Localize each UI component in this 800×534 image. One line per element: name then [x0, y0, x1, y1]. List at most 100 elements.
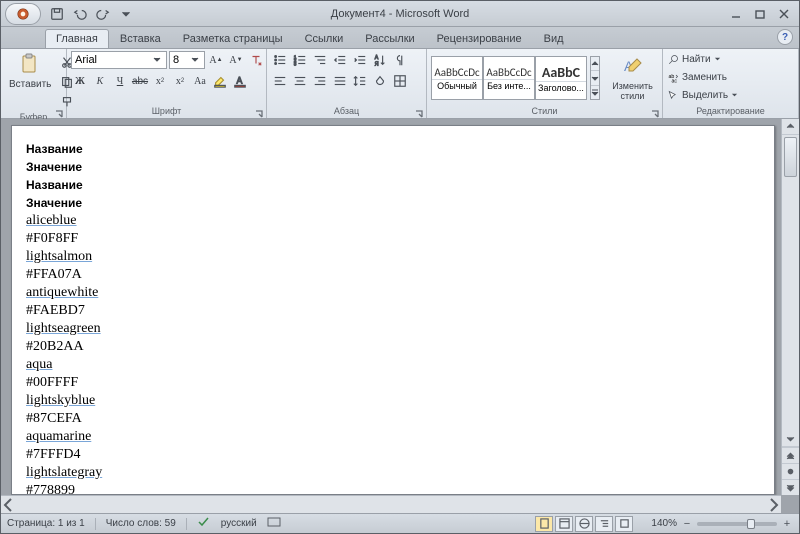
undo-icon[interactable]: [70, 4, 90, 24]
show-marks-button[interactable]: [391, 51, 409, 69]
align-right-button[interactable]: [311, 72, 329, 90]
scroll-up-icon[interactable]: [782, 119, 799, 135]
doc-line: #87CEFA: [26, 410, 760, 428]
styles-scroll-up[interactable]: [591, 57, 599, 71]
zoom-value[interactable]: 140%: [651, 518, 677, 529]
scroll-right-icon[interactable]: [765, 496, 781, 513]
status-language[interactable]: русский: [221, 518, 257, 529]
help-button[interactable]: ?: [777, 29, 793, 45]
qat-dropdown-icon[interactable]: [116, 4, 136, 24]
align-center-button[interactable]: [291, 72, 309, 90]
browse-object-icon[interactable]: [782, 463, 799, 479]
view-print-layout[interactable]: [535, 516, 553, 532]
superscript-button[interactable]: x2: [171, 72, 189, 90]
scroll-down-icon[interactable]: [782, 431, 799, 447]
italic-button[interactable]: К: [91, 72, 109, 90]
scroll-left-icon[interactable]: [1, 496, 17, 513]
borders-button[interactable]: [391, 72, 409, 90]
minimize-button[interactable]: [725, 6, 747, 22]
style-card-0[interactable]: AaBbCcDcОбычный: [431, 56, 483, 100]
styles-expand[interactable]: [591, 86, 599, 99]
styles-scroll[interactable]: [590, 56, 600, 100]
group-font-label: Шрифт: [71, 105, 262, 118]
proofing-icon[interactable]: [197, 516, 211, 531]
paste-button[interactable]: Вставить: [5, 51, 55, 92]
svg-text:ac: ac: [672, 78, 678, 84]
horizontal-scrollbar[interactable]: [1, 495, 781, 513]
line-spacing-button[interactable]: [351, 72, 369, 90]
scroll-track[interactable]: [782, 135, 799, 431]
sort-button[interactable]: AЯ: [371, 51, 389, 69]
bold-button[interactable]: Ж: [71, 72, 89, 90]
group-clipboard: Вставить Буфер обмена: [1, 49, 67, 118]
numbering-button[interactable]: 123: [291, 51, 309, 69]
status-words[interactable]: Число слов: 59: [106, 518, 176, 529]
doc-line: lightslategray: [26, 464, 760, 482]
style-card-1[interactable]: AaBbCcDcБез инте...: [483, 56, 535, 100]
zoom-slider[interactable]: [697, 522, 777, 526]
document-page[interactable]: НазваниеЗначениеНазваниеЗначениеaliceblu…: [11, 125, 775, 495]
styles-scroll-down[interactable]: [591, 71, 599, 85]
font-launcher[interactable]: [254, 106, 264, 116]
office-button[interactable]: [5, 3, 41, 25]
doc-line: antiquewhite: [26, 284, 760, 302]
shading-button[interactable]: [371, 72, 389, 90]
insert-mode-icon[interactable]: [267, 516, 281, 531]
view-outline[interactable]: [595, 516, 613, 532]
font-size-combo[interactable]: 8: [169, 51, 205, 69]
group-paragraph: 123 AЯ Абзац: [267, 49, 427, 118]
view-draft[interactable]: [615, 516, 633, 532]
save-icon[interactable]: [47, 4, 67, 24]
clipboard-launcher[interactable]: [54, 106, 64, 116]
tab-вид[interactable]: Вид: [533, 29, 575, 48]
scroll-thumb[interactable]: [784, 137, 797, 177]
decrease-indent-button[interactable]: [331, 51, 349, 69]
prev-page-icon[interactable]: [782, 447, 799, 463]
doc-line: Значение: [26, 158, 760, 176]
multilevel-list-button[interactable]: [311, 51, 329, 69]
tab-рассылки[interactable]: Рассылки: [354, 29, 425, 48]
view-full-screen[interactable]: [555, 516, 573, 532]
tab-главная[interactable]: Главная: [45, 29, 109, 48]
justify-button[interactable]: [331, 72, 349, 90]
quick-access-toolbar: [47, 4, 136, 24]
redo-icon[interactable]: [93, 4, 113, 24]
subscript-button[interactable]: x2: [151, 72, 169, 90]
align-left-button[interactable]: [271, 72, 289, 90]
replace-button[interactable]: abac Заменить: [667, 69, 727, 86]
status-page[interactable]: Страница: 1 из 1: [7, 518, 85, 529]
vertical-scrollbar[interactable]: [781, 119, 799, 495]
bullets-button[interactable]: [271, 51, 289, 69]
zoom-out-button[interactable]: −: [681, 518, 693, 530]
zoom-thumb[interactable]: [747, 519, 755, 529]
change-styles-button[interactable]: A Изменить стили: [607, 53, 658, 103]
style-card-2[interactable]: AaBbCЗаголово...: [535, 56, 587, 100]
tab-ссылки[interactable]: Ссылки: [294, 29, 355, 48]
increase-indent-button[interactable]: [351, 51, 369, 69]
view-web-layout[interactable]: [575, 516, 593, 532]
next-page-icon[interactable]: [782, 479, 799, 495]
tab-разметка страницы[interactable]: Разметка страницы: [172, 29, 294, 48]
doc-line: aliceblue: [26, 212, 760, 230]
close-button[interactable]: [773, 6, 795, 22]
underline-button[interactable]: Ч: [111, 72, 129, 90]
font-size-value: 8: [173, 54, 179, 66]
strikethrough-button[interactable]: abc: [131, 72, 149, 90]
font-name-combo[interactable]: Arial: [71, 51, 167, 69]
clear-formatting-icon[interactable]: [247, 51, 265, 69]
shrink-font-icon[interactable]: A▼: [227, 51, 245, 69]
styles-launcher[interactable]: [650, 106, 660, 116]
app-window: Документ4 - Microsoft Word ГлавнаяВставк…: [0, 0, 800, 534]
maximize-button[interactable]: [749, 6, 771, 22]
grow-font-icon[interactable]: A▲: [207, 51, 225, 69]
zoom-in-button[interactable]: +: [781, 518, 793, 530]
tab-рецензирование[interactable]: Рецензирование: [426, 29, 533, 48]
find-button[interactable]: Найти: [667, 51, 721, 68]
highlight-color-button[interactable]: [211, 72, 229, 90]
select-button[interactable]: Выделить: [667, 87, 738, 104]
font-color-button[interactable]: A: [231, 72, 249, 90]
hscroll-track[interactable]: [17, 496, 765, 513]
paragraph-launcher[interactable]: [414, 106, 424, 116]
tab-вставка[interactable]: Вставка: [109, 29, 172, 48]
change-case-button[interactable]: Aa: [191, 72, 209, 90]
